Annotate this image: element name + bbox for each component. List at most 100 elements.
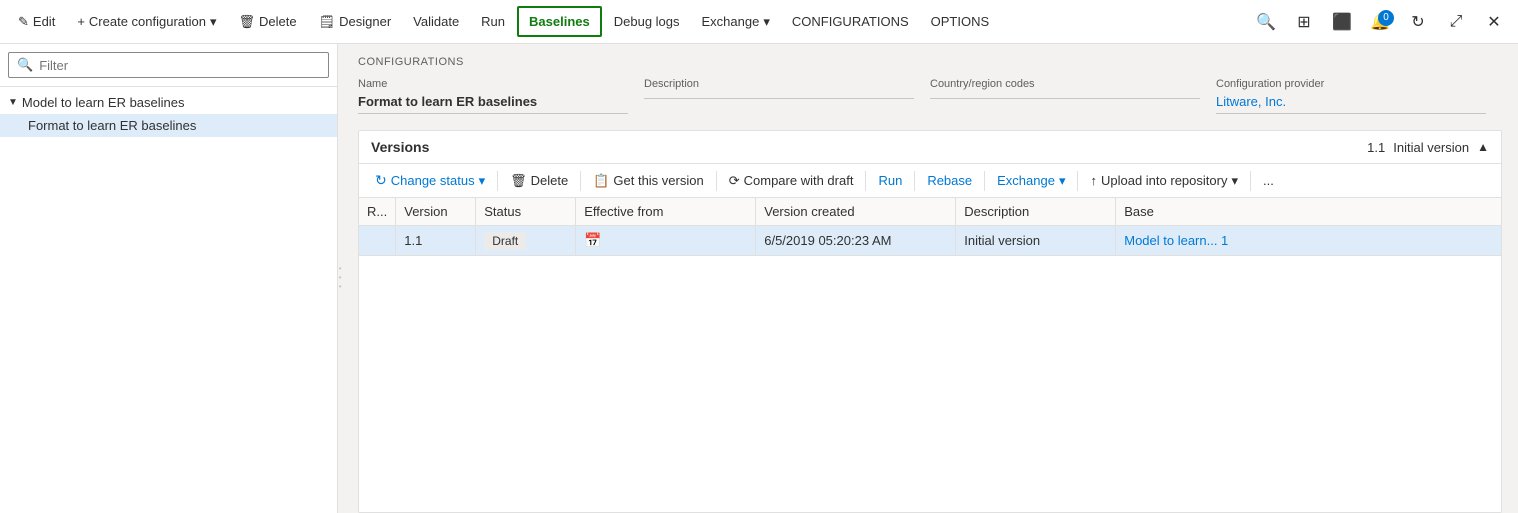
- close-icon: ✕: [1487, 12, 1500, 32]
- trash-icon: 🗑: [239, 14, 256, 30]
- change-status-chevron: ▾: [479, 173, 486, 189]
- run-button[interactable]: Run: [471, 8, 515, 35]
- config-description-value: [644, 94, 914, 99]
- refresh-button[interactable]: ↻: [1402, 6, 1434, 38]
- cell-effective: 📅: [576, 226, 756, 256]
- filter-box: 🔍: [0, 44, 337, 87]
- office-icon: ⬛: [1332, 12, 1352, 32]
- cell-created: 6/5/2019 05:20:23 AM: [756, 226, 956, 256]
- versions-header: Versions 1.1 Initial version ▲: [359, 131, 1501, 164]
- tree-child-label: Format to learn ER baselines: [28, 118, 196, 133]
- versions-data-table: R... Version Status Effective from Versi…: [359, 198, 1501, 256]
- compare-draft-button[interactable]: ⟳ Compare with draft: [721, 169, 862, 193]
- tree-parent-item[interactable]: ▼ Model to learn ER baselines: [0, 91, 337, 114]
- grid-icon: ⊞: [1297, 12, 1310, 32]
- create-configuration-button[interactable]: + Create configuration ▾: [67, 8, 226, 36]
- sidebar: 🔍 ▼ Model to learn ER baselines Format t…: [0, 44, 338, 513]
- versions-collapse-icon[interactable]: ▲: [1477, 140, 1489, 154]
- versions-table: R... Version Status Effective from Versi…: [359, 198, 1501, 512]
- versions-info: 1.1 Initial version ▲: [1367, 140, 1489, 155]
- designer-button[interactable]: 🗒 Designer: [309, 8, 402, 36]
- more-button[interactable]: ...: [1255, 169, 1282, 192]
- popout-icon: ⤢: [1450, 13, 1463, 31]
- th-status: Status: [476, 198, 576, 226]
- status-badge: Draft: [484, 232, 526, 250]
- config-country-value: [930, 94, 1200, 99]
- upload-chevron: ▾: [1231, 173, 1238, 189]
- config-header: CONFIGURATIONS Name Format to learn ER b…: [342, 44, 1518, 130]
- edit-button[interactable]: ✎ Edit: [8, 8, 65, 36]
- grid-icon-button[interactable]: ⊞: [1288, 6, 1320, 38]
- tree-parent-label: Model to learn ER baselines: [22, 95, 185, 110]
- exchange-chevron-icon: ▾: [763, 14, 770, 30]
- vtb-delete-button[interactable]: 🗑 Delete: [502, 169, 576, 193]
- vtb-exchange-chevron: ▾: [1059, 173, 1066, 189]
- main-toolbar: ✎ Edit + Create configuration ▾ 🗑 Delete…: [0, 0, 1518, 44]
- cell-description: Initial version: [956, 226, 1116, 256]
- versions-toolbar: ↻ Change status ▾ 🗑 Delete 📋 Get this ve…: [359, 164, 1501, 198]
- delete-button[interactable]: 🗑 Delete: [229, 8, 307, 36]
- vtb-sep-7: [1077, 171, 1078, 191]
- config-country-field: Country/region codes: [930, 78, 1216, 114]
- upload-button[interactable]: ↑ Upload into repository ▾: [1082, 169, 1246, 193]
- config-provider-label: Configuration provider: [1216, 78, 1486, 90]
- validate-button[interactable]: Validate: [403, 8, 469, 35]
- get-version-icon: 📋: [593, 173, 609, 189]
- content-area: CONFIGURATIONS Name Format to learn ER b…: [342, 44, 1518, 513]
- th-description: Description: [956, 198, 1116, 226]
- config-provider-field: Configuration provider Litware, Inc.: [1216, 78, 1502, 114]
- vtb-sep-3: [716, 171, 717, 191]
- config-description-label: Description: [644, 78, 914, 90]
- table-row[interactable]: 1.1 Draft 📅 6/5/2019 05:20:23 AM Initial…: [359, 226, 1501, 256]
- config-section-label: CONFIGURATIONS: [358, 56, 1502, 68]
- th-effective: Effective from: [576, 198, 756, 226]
- vtb-sep-5: [914, 171, 915, 191]
- vtb-sep-2: [580, 171, 581, 191]
- versions-title: Versions: [371, 139, 1367, 155]
- tree-child-item[interactable]: Format to learn ER baselines: [0, 114, 337, 137]
- edit-icon: ✎: [18, 14, 29, 30]
- base-link[interactable]: Model to learn... 1: [1124, 233, 1228, 248]
- vtb-sep-1: [497, 171, 498, 191]
- cell-base: Model to learn... 1: [1116, 226, 1501, 256]
- th-created: Version created: [756, 198, 956, 226]
- office-icon-button[interactable]: ⬛: [1326, 6, 1358, 38]
- popout-button[interactable]: ⤢: [1440, 6, 1472, 38]
- plus-icon: +: [77, 14, 85, 29]
- config-name-label: Name: [358, 78, 628, 90]
- debug-logs-button[interactable]: Debug logs: [604, 8, 690, 35]
- change-status-button[interactable]: ↻ Change status ▾: [367, 168, 493, 193]
- config-country-label: Country/region codes: [930, 78, 1200, 90]
- exchange-button[interactable]: Exchange ▾: [692, 8, 780, 36]
- versions-panel: Versions 1.1 Initial version ▲ ↻ Change …: [358, 130, 1502, 513]
- chevron-down-icon: ▾: [210, 14, 217, 30]
- config-name-value: Format to learn ER baselines: [358, 94, 628, 114]
- baselines-button[interactable]: Baselines: [517, 6, 602, 37]
- main-layout: 🔍 ▼ Model to learn ER baselines Format t…: [0, 44, 1518, 513]
- filter-input-wrap[interactable]: 🔍: [8, 52, 329, 78]
- th-r: R...: [359, 198, 396, 226]
- get-version-button[interactable]: 📋 Get this version: [585, 169, 712, 193]
- th-base: Base: [1116, 198, 1501, 226]
- filter-input[interactable]: [39, 58, 320, 73]
- refresh-icon: ↻: [1411, 12, 1424, 32]
- rebase-button[interactable]: Rebase: [919, 169, 980, 192]
- version-number: 1.1: [1367, 140, 1385, 155]
- cell-version: 1.1: [396, 226, 476, 256]
- options-button[interactable]: OPTIONS: [921, 8, 1000, 35]
- notification-badge: 0: [1378, 10, 1394, 26]
- configurations-nav-button[interactable]: CONFIGURATIONS: [782, 8, 919, 35]
- config-fields: Name Format to learn ER baselines Descri…: [358, 78, 1502, 114]
- upload-icon: ↑: [1090, 173, 1097, 188]
- notification-wrap: 🔔 0: [1364, 6, 1396, 38]
- toolbar-right: 🔍 ⊞ ⬛ 🔔 0 ↻ ⤢ ✕: [1250, 6, 1510, 38]
- version-description: Initial version: [1393, 140, 1469, 155]
- vtb-exchange-button[interactable]: Exchange ▾: [989, 169, 1073, 193]
- calendar-icon[interactable]: 📅: [584, 232, 601, 248]
- config-provider-value[interactable]: Litware, Inc.: [1216, 94, 1486, 114]
- filter-search-icon: 🔍: [17, 57, 33, 73]
- close-button[interactable]: ✕: [1478, 6, 1510, 38]
- search-button[interactable]: 🔍: [1250, 6, 1282, 38]
- vtb-run-button[interactable]: Run: [870, 169, 910, 192]
- th-version: Version: [396, 198, 476, 226]
